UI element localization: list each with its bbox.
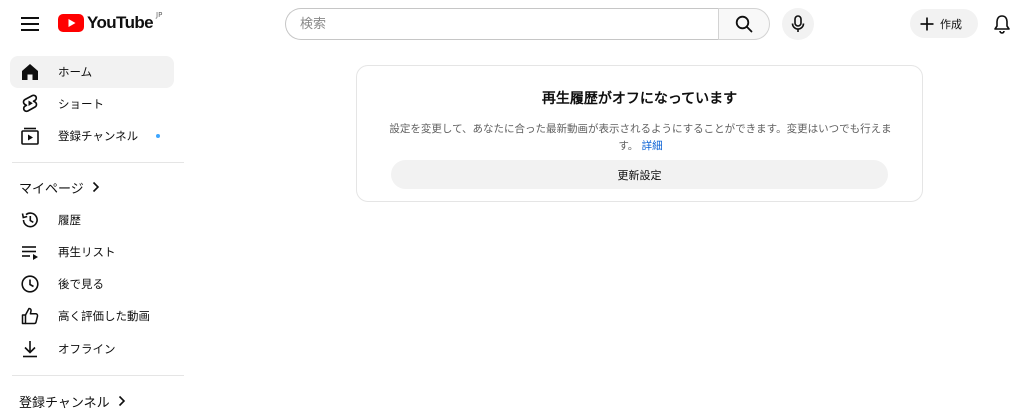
update-settings-button[interactable]: 更新設定	[391, 160, 888, 189]
thumbs-up-icon	[21, 307, 39, 325]
sidebar-item-watch-later[interactable]: 後で見る	[10, 268, 174, 300]
sidebar-item-shorts[interactable]: ショート	[10, 88, 174, 120]
youtube-logo-link[interactable]: YouTube JP	[58, 11, 162, 35]
voice-search-button[interactable]	[782, 8, 814, 40]
sidebar-item-label: 再生リスト	[58, 245, 116, 259]
notice-text: 設定を変更して、あなたに合った最新動画が表示されるようにすることができます。変更…	[389, 123, 892, 152]
shorts-icon	[22, 94, 38, 113]
learn-more-link[interactable]: 詳細	[642, 140, 663, 152]
search-button[interactable]	[718, 8, 770, 40]
chevron-right-icon	[118, 395, 125, 407]
create-label: 作成	[940, 17, 962, 31]
sidebar-item-subscriptions[interactable]: 登録チャンネル	[10, 120, 174, 152]
sidebar-item-label: ショート	[58, 97, 104, 111]
sidebar-item-label: 登録チャンネル	[58, 129, 139, 143]
youtube-play-logo-icon	[58, 14, 84, 32]
search-icon	[735, 15, 753, 33]
guide-menu-button[interactable]	[10, 7, 50, 41]
sidebar-section-you[interactable]: マイページ	[10, 171, 174, 203]
sidebar-divider	[12, 375, 184, 376]
sidebar-item-label: ホーム	[58, 65, 93, 79]
notifications-button[interactable]	[988, 9, 1016, 39]
plus-icon	[920, 17, 934, 30]
chevron-right-icon	[92, 181, 99, 193]
new-content-dot	[156, 134, 160, 138]
section-title: 登録チャンネル	[19, 395, 110, 411]
create-button[interactable]: 作成	[910, 9, 978, 38]
hamburger-menu-icon	[21, 17, 39, 31]
sidebar-item-history[interactable]: 履歴	[10, 204, 174, 236]
logo-region-code: JP	[156, 11, 163, 19]
history-icon	[21, 212, 38, 228]
subscriptions-icon	[21, 127, 39, 145]
watch-later-icon	[21, 275, 39, 293]
section-title: マイページ	[19, 181, 84, 197]
notice-body: 設定を変更して、あなたに合った最新動画が表示されるようにすることができます。変更…	[387, 121, 894, 155]
sidebar-item-label: 履歴	[58, 213, 81, 227]
search-input[interactable]	[300, 10, 719, 38]
microphone-icon	[791, 15, 805, 32]
sidebar-item-label: 高く評価した動画	[58, 309, 150, 323]
sidebar-item-home[interactable]: ホーム	[10, 56, 174, 88]
sidebar-item-playlists[interactable]: 再生リスト	[10, 236, 174, 268]
playlists-icon	[22, 246, 38, 260]
search-box	[285, 8, 719, 40]
sidebar-item-label: 後で見る	[58, 277, 104, 291]
sidebar-item-downloads[interactable]: オフライン	[10, 333, 174, 365]
bell-icon	[994, 15, 1010, 34]
sidebar-section-subscriptions[interactable]: 登録チャンネル	[10, 385, 174, 417]
history-off-notice: 再生履歴がオフになっています 設定を変更して、あなたに合った最新動画が表示される…	[356, 65, 923, 202]
masthead: YouTube JP 作成	[0, 0, 1024, 48]
download-icon	[23, 341, 37, 358]
home-icon	[22, 64, 38, 80]
notice-title: 再生履歴がオフになっています	[541, 91, 738, 107]
sidebar-item-label: オフライン	[58, 342, 116, 356]
logo-wordmark: YouTube	[87, 13, 154, 32]
sidebar-item-liked-videos[interactable]: 高く評価した動画	[10, 300, 174, 332]
guide-sidebar: ホーム ショート 登録チャンネル マイページ 履歴 再生リスト 後で見る 高く評…	[0, 48, 192, 415]
sidebar-divider	[12, 162, 184, 163]
